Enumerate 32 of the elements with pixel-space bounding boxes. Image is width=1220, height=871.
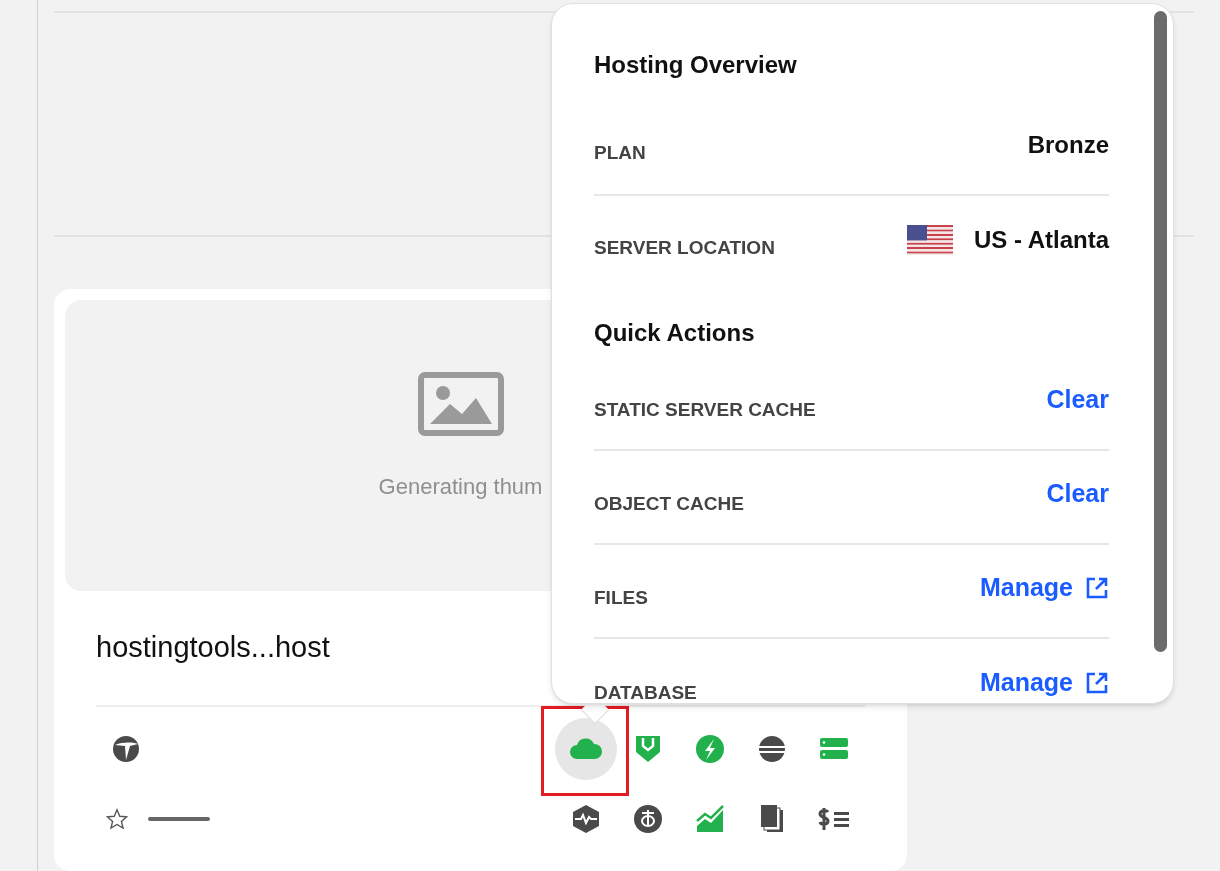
cloud-icon (569, 736, 603, 761)
striped-circle-icon (757, 733, 787, 764)
section-title: Quick Actions (594, 318, 756, 348)
image-icon (417, 371, 504, 436)
thumbnail-status: Generating thum (378, 472, 543, 501)
field-value: US - Atlanta (973, 225, 1109, 255)
hexagon-pulse-icon (571, 803, 601, 834)
scrollbar-thumb[interactable] (1154, 11, 1167, 652)
action-link[interactable]: Clear (1046, 381, 1109, 419)
site-name: hostingtools...host (96, 630, 330, 666)
server-icon (819, 736, 849, 761)
action-link[interactable]: Manage (979, 569, 1109, 607)
field-label: PLAN (594, 140, 646, 165)
field-value: Bronze (1027, 130, 1109, 160)
trend-chart-icon (695, 803, 725, 834)
star-icon[interactable] (106, 807, 128, 830)
external-link-icon (1085, 576, 1109, 600)
action-label: OBJECT CACHE (594, 491, 744, 516)
section-title: Hosting Overview (594, 50, 798, 80)
action-label: DATABASE (594, 680, 697, 703)
action-link[interactable]: Manage (979, 664, 1109, 702)
dash-line (148, 816, 210, 821)
bug-icon (633, 803, 663, 834)
flag-icon (906, 225, 953, 255)
site-logo-icon (112, 734, 140, 763)
external-link-icon (1085, 671, 1109, 695)
field-label: SERVER LOCATION (594, 235, 775, 260)
action-label: STATIC SERVER CACHE (594, 397, 816, 422)
lightning-bolt-icon (695, 733, 725, 764)
shield-icon (633, 733, 663, 764)
action-label: FILES (594, 585, 648, 610)
action-link[interactable]: Clear (1046, 475, 1109, 513)
